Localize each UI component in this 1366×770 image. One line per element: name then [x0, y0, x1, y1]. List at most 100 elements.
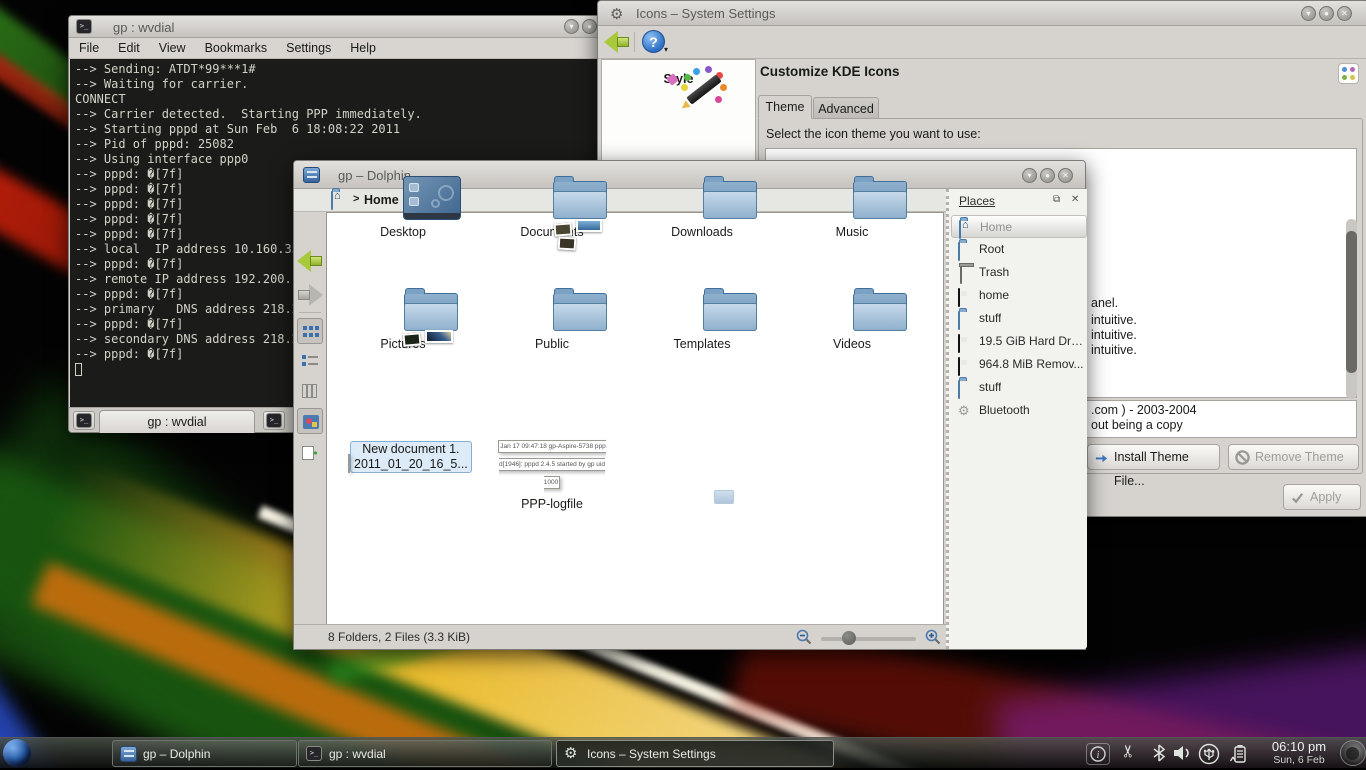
tab-theme[interactable]: Theme — [758, 95, 812, 119]
new-tab-button[interactable]: >_ — [73, 411, 95, 430]
folder-item-pictures[interactable]: Pictures — [348, 333, 458, 352]
zoom-out-icon[interactable] — [796, 629, 812, 645]
menu-help[interactable]: Help — [350, 41, 376, 55]
maximize-button[interactable]: ● — [1319, 6, 1334, 21]
scrollbar-thumb[interactable] — [1346, 231, 1357, 373]
tab-advanced[interactable]: Advanced — [813, 97, 879, 119]
button-label: Install Theme File... — [1114, 450, 1189, 488]
description-fragment: out being a copy — [1091, 418, 1183, 432]
file-item-ppp-logfile[interactable]: Jan 17 09:47:18 gp-Aspire-5738 pppd[1946… — [497, 435, 607, 512]
preview-button[interactable] — [297, 408, 323, 434]
toolbar-separator — [634, 32, 635, 52]
settings-toolbar: ? ▾ — [598, 26, 1366, 59]
folder-item-music[interactable]: Music — [797, 221, 907, 240]
place-label: Bluetooth — [979, 403, 1030, 417]
place-bluetooth[interactable]: ⚙Bluetooth — [951, 399, 1087, 422]
help-button[interactable]: ? — [642, 30, 665, 53]
maximize-button[interactable]: ● — [1040, 168, 1055, 183]
chevron-down-icon[interactable]: ▾ — [664, 45, 668, 54]
device-notifier-usb-icon[interactable] — [1198, 743, 1220, 770]
place-stuff-2[interactable]: stuff — [951, 376, 1087, 399]
folder-view[interactable]: Desktop Documents Downloads Music Pictur… — [326, 212, 944, 626]
close-panel-icon[interactable]: ✕ — [1071, 194, 1079, 205]
file-label: PPP-logfile — [497, 497, 607, 512]
folder-item-public[interactable]: Public — [497, 333, 607, 352]
task-system-settings[interactable]: ⚙ Icons – System Settings — [556, 740, 834, 767]
toolbar-separator — [299, 312, 321, 313]
close-button[interactable]: ✕ — [1337, 6, 1352, 21]
task-terminal[interactable]: >_ gp : wvdial — [298, 740, 552, 767]
split-view-button[interactable] — [297, 440, 323, 466]
menu-file[interactable]: File — [79, 41, 99, 55]
place-home-partition[interactable]: home — [951, 284, 1087, 307]
dolphin-window: gp – Dolphin ▾ ● ✕ ⌂ > Home Deskt — [293, 160, 1086, 650]
place-root[interactable]: Root — [951, 238, 1087, 261]
description-fragment: .com ) - 2003-2004 — [1091, 403, 1197, 417]
folder-item-desktop[interactable]: Desktop — [348, 221, 458, 240]
place-removable-media[interactable]: 964.8 MiB Remov... — [951, 353, 1087, 376]
icons-view-button[interactable] — [297, 318, 323, 344]
notifications-icon[interactable]: i — [1086, 743, 1110, 765]
file-item-new-document[interactable]: New document 1. 2011_01_20_16_5... — [348, 435, 458, 473]
place-hard-drive[interactable]: 19.5 GiB Hard Drive — [951, 330, 1087, 353]
breadcrumb-home[interactable]: Home — [364, 193, 399, 207]
place-trash[interactable]: Trash — [951, 261, 1087, 284]
folder-item-templates[interactable]: Templates — [647, 333, 757, 352]
volume-icon[interactable] — [1172, 743, 1192, 768]
terminal-title: gp : wvdial — [113, 20, 174, 35]
terminal-tab[interactable]: gp : wvdial — [99, 410, 255, 433]
forward-button[interactable] — [297, 282, 323, 308]
split-view-icon — [302, 446, 318, 460]
klipper-scissors-icon[interactable]: ✂ — [1119, 744, 1139, 758]
apply-button[interactable]: Apply — [1283, 484, 1361, 510]
bluetooth-glyph — [1152, 743, 1166, 763]
folder-icon — [958, 243, 960, 261]
place-home[interactable]: ⌂Home — [951, 215, 1087, 238]
clock[interactable]: 06:10 pm Sun, 6 Feb — [1262, 739, 1336, 766]
sidebar-item-label: Style — [602, 72, 755, 86]
app-launcher-icon[interactable] — [3, 739, 31, 767]
list-text-fragment: intuitive. — [1091, 328, 1137, 342]
home-folder-icon[interactable]: ⌂ — [331, 192, 333, 210]
place-label: home — [979, 288, 1009, 302]
menu-view[interactable]: View — [159, 41, 186, 55]
menu-bookmarks[interactable]: Bookmarks — [205, 41, 268, 55]
places-title: Places — [959, 194, 995, 208]
terminal-titlebar[interactable]: >_ gp : wvdial ▾ ● ✕ — [69, 16, 599, 38]
menu-edit[interactable]: Edit — [118, 41, 140, 55]
folder-item-documents[interactable]: Documents — [497, 221, 607, 240]
terminal-icon: >_ — [76, 413, 92, 428]
details-view-button[interactable] — [297, 348, 323, 374]
install-theme-button[interactable]: Install Theme File... — [1087, 444, 1220, 470]
folder-item-downloads[interactable]: Downloads — [647, 221, 757, 240]
float-panel-icon[interactable]: ⧉ — [1053, 194, 1060, 205]
minimize-button[interactable]: ▾ — [564, 19, 579, 34]
minimize-button[interactable]: ▾ — [1301, 6, 1316, 21]
minimize-button[interactable]: ▾ — [1022, 168, 1037, 183]
battery-glyph — [1228, 743, 1250, 765]
back-button[interactable] — [297, 248, 323, 274]
zoom-slider-track[interactable] — [821, 637, 916, 641]
task-dolphin[interactable]: gp – Dolphin — [112, 740, 297, 767]
task-label: gp : wvdial — [329, 747, 386, 761]
remove-theme-button[interactable]: Remove Theme — [1228, 444, 1359, 470]
settings-titlebar[interactable]: ⚙ Icons – System Settings ▾ ● ✕ — [598, 1, 1366, 26]
columns-view-button[interactable] — [297, 378, 323, 404]
close-button[interactable]: ✕ — [1058, 168, 1073, 183]
task-label: Icons – System Settings — [587, 747, 716, 761]
zoom-in-icon[interactable] — [925, 629, 941, 645]
zoom-slider-knob[interactable] — [842, 631, 856, 645]
maximize-button[interactable]: ● — [582, 19, 597, 34]
folder-item-videos[interactable]: Videos — [797, 333, 907, 352]
tab-list-button[interactable]: >_ — [263, 411, 285, 430]
place-stuff[interactable]: stuff — [951, 307, 1087, 330]
scrollbar[interactable] — [1346, 219, 1357, 399]
battery-printer-icon[interactable] — [1228, 743, 1250, 770]
terminal-line: --> Starting pppd at Sun Feb 6 18:08:22 … — [75, 122, 598, 137]
clock-time: 06:10 pm — [1262, 739, 1336, 754]
menu-settings[interactable]: Settings — [286, 41, 331, 55]
overview-icon[interactable] — [1338, 63, 1359, 84]
bluetooth-icon[interactable] — [1152, 743, 1166, 768]
panel-toolbox-cashew-icon[interactable] — [1340, 740, 1366, 766]
sidebar-item-style[interactable]: Style — [602, 66, 755, 86]
